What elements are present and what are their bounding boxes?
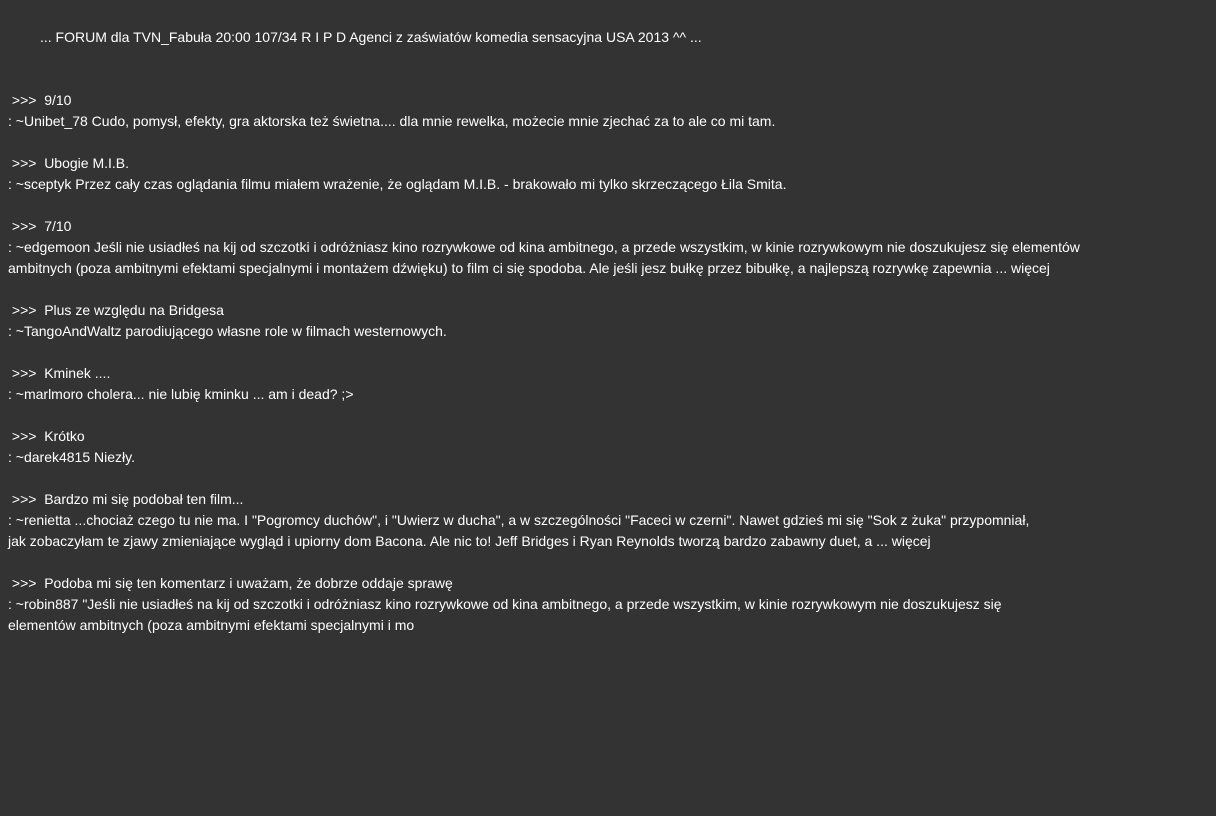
forum-page: ... FORUM dla TVN_Fabuła 20:00 107/34 R … bbox=[0, 0, 1216, 816]
post-title[interactable]: >>> 9/10 bbox=[8, 90, 1208, 111]
post-text-line: : ~Unibet_78 Cudo, pomysł, efekty, gra a… bbox=[8, 113, 776, 129]
post-item: >>> Podoba mi się ten komentarz i uważam… bbox=[8, 573, 1208, 636]
post-text-line: : ~darek4815 Niezły. bbox=[8, 449, 135, 465]
post-title[interactable]: >>> Ubogie M.I.B. bbox=[8, 153, 1208, 174]
post-body: : ~edgemoon Jeśli nie usiadłeś na kij od… bbox=[8, 237, 1208, 279]
post-text-line: ambitnych (poza ambitnymi efektami specj… bbox=[8, 260, 1050, 276]
post-item: >>> Ubogie M.I.B. : ~sceptyk Przez cały … bbox=[8, 153, 1208, 195]
post-text-line: elementów ambitnych (poza ambitnymi efek… bbox=[8, 617, 415, 633]
post-body: : ~TangoAndWaltz parodiującego własne ro… bbox=[8, 321, 1208, 342]
post-title[interactable]: >>> Bardzo mi się podobał ten film... bbox=[8, 489, 1208, 510]
post-item: >>> Kminek .... : ~marlmoro cholera... n… bbox=[8, 363, 1208, 405]
post-item: >>> 7/10 : ~edgemoon Jeśli nie usiadłeś … bbox=[8, 216, 1208, 279]
post-title[interactable]: >>> 7/10 bbox=[8, 216, 1208, 237]
post-text-line: jak zobaczyłam te zjawy zmieniające wygl… bbox=[8, 533, 931, 549]
post-item: >>> Plus ze względu na Bridgesa : ~Tango… bbox=[8, 300, 1208, 342]
post-text-line: : ~sceptyk Przez cały czas oglądania fil… bbox=[8, 176, 787, 192]
post-text-line: : ~TangoAndWaltz parodiującego własne ro… bbox=[8, 323, 447, 339]
post-item: >>> 9/10 : ~Unibet_78 Cudo, pomysł, efek… bbox=[8, 90, 1208, 132]
post-body: : ~Unibet_78 Cudo, pomysł, efekty, gra a… bbox=[8, 111, 1208, 132]
post-body: : ~marlmoro cholera... nie lubię kminku … bbox=[8, 384, 1208, 405]
post-text-line: : ~marlmoro cholera... nie lubię kminku … bbox=[8, 386, 354, 402]
post-text-line: : ~robin887 "Jeśli nie usiadłeś na kij o… bbox=[8, 596, 1002, 612]
post-title[interactable]: >>> Plus ze względu na Bridgesa bbox=[8, 300, 1208, 321]
post-item: >>> Krótko : ~darek4815 Niezły. bbox=[8, 426, 1208, 468]
post-body: : ~darek4815 Niezły. bbox=[8, 447, 1208, 468]
post-body: : ~sceptyk Przez cały czas oglądania fil… bbox=[8, 174, 1208, 195]
post-body: : ~robin887 "Jeśli nie usiadłeś na kij o… bbox=[8, 594, 1208, 636]
post-title[interactable]: >>> Kminek .... bbox=[8, 363, 1208, 384]
forum-header: ... FORUM dla TVN_Fabuła 20:00 107/34 R … bbox=[40, 29, 702, 45]
post-title[interactable]: >>> Krótko bbox=[8, 426, 1208, 447]
post-list: >>> 9/10 : ~Unibet_78 Cudo, pomysł, efek… bbox=[8, 90, 1208, 657]
post-item: >>> Bardzo mi się podobał ten film... : … bbox=[8, 489, 1208, 552]
post-text-line: : ~renietta ...chociaż czego tu nie ma. … bbox=[8, 512, 1030, 528]
post-text-line: : ~edgemoon Jeśli nie usiadłeś na kij od… bbox=[8, 239, 1080, 255]
post-body: : ~renietta ...chociaż czego tu nie ma. … bbox=[8, 510, 1208, 552]
post-title[interactable]: >>> Podoba mi się ten komentarz i uważam… bbox=[8, 573, 1208, 594]
